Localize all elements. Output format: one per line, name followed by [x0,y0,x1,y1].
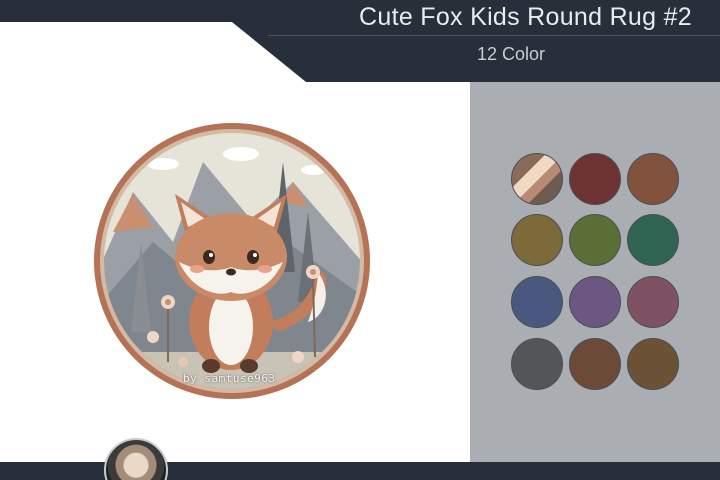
watermark-credit: by samtuse963 [183,372,276,385]
swatch-dark-brown[interactable] [569,338,621,390]
color-count-subtitle: 12 Color [476,44,546,64]
swatch-olive-brown[interactable] [627,338,679,390]
swatch-teal[interactable] [627,214,679,266]
rug-image [93,122,371,400]
color-palette-panel [470,82,720,462]
swatch-original[interactable] [511,153,563,205]
swatch-blue[interactable] [511,276,563,328]
header-divider [268,35,720,36]
page-title: Cute Fox Kids Round Rug #2 [359,3,692,31]
swatch-green[interactable] [569,214,621,266]
swatch-purple[interactable] [569,276,621,328]
swatch-red[interactable] [569,153,621,205]
swatch-mustard[interactable] [511,214,563,266]
swatch-rose[interactable] [627,276,679,328]
fox-rug-illustration [94,123,370,399]
swatch-grey[interactable] [511,338,563,390]
swatch-brown[interactable] [627,153,679,205]
